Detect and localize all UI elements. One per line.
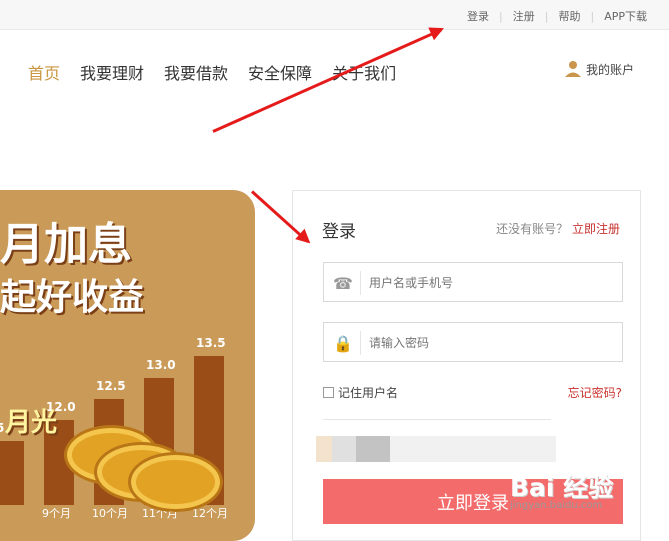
remember-label: 记住用户名 [338,386,399,400]
top-bar: 登录 | 注册 | 帮助 | APP下载 [0,0,669,30]
remember-checkbox[interactable] [323,387,334,398]
nav-finance[interactable]: 我要理财 [80,60,144,84]
top-help-link[interactable]: 帮助 [558,8,580,24]
banner-title-main: 月加息 [0,219,132,270]
top-app-download-link[interactable]: APP下载 [604,8,647,24]
login-hint-text: 还没有账号？ [496,222,569,236]
username-input[interactable] [369,273,609,293]
divider-line [323,419,551,420]
username-field[interactable]: ☎ [323,262,623,302]
coin-icon [128,452,223,512]
password-field[interactable]: 🔒 [323,322,623,362]
field-divider [360,331,361,355]
separator: | [544,9,549,23]
watermark-main: Bai 经验 [510,473,614,502]
nav-home[interactable]: 首页 [28,60,60,84]
top-login-link[interactable]: 登录 [467,8,489,24]
account-link[interactable]: 我的账户 [564,60,634,78]
chart-bar [0,441,24,505]
bar-value-label: 12.5 [96,378,126,393]
lock-icon: 🔒 [333,333,353,353]
month-label: 10个月 [92,507,128,520]
user-icon [565,61,581,77]
month-label: 9个月 [42,507,71,520]
bar-value-label: 5 [0,421,5,436]
top-register-link[interactable]: 注册 [513,8,535,24]
bar-value-label: 13.0 [146,357,176,372]
top-links: 登录 | 注册 | 帮助 | APP下载 [467,8,647,24]
separator: | [499,9,503,23]
banner-title-sub: 起好收益 [0,277,145,318]
remember-username[interactable]: 记住用户名 [323,384,398,401]
bar-value-label: 13.5 [196,336,226,351]
nav-security[interactable]: 安全保障 [248,60,312,84]
account-label: 我的账户 [586,62,635,77]
field-divider [360,271,361,295]
separator: | [590,9,595,23]
promo-banner[interactable]: 月加息 起好收益 5 12.0 9个月 12.5 10个月 13.0 11个月 13.5 12个… [0,190,255,541]
blurred-content [316,436,556,462]
banner-moon-text: 月光 [5,408,58,438]
password-input[interactable] [369,333,609,353]
login-hint: 还没有账号？ 立即注册 [496,220,620,237]
baidu-watermark: Bai 经验 jingyan.baidu.com [510,468,613,511]
watermark-url: jingyan.baidu.com [510,500,603,511]
nav-borrow[interactable]: 我要借款 [164,60,228,84]
forgot-password-link[interactable]: 忘记密码? [568,384,622,401]
phone-icon: ☎ [333,273,353,293]
login-title: 登录 [322,222,356,242]
register-now-link[interactable]: 立即注册 [572,222,620,236]
